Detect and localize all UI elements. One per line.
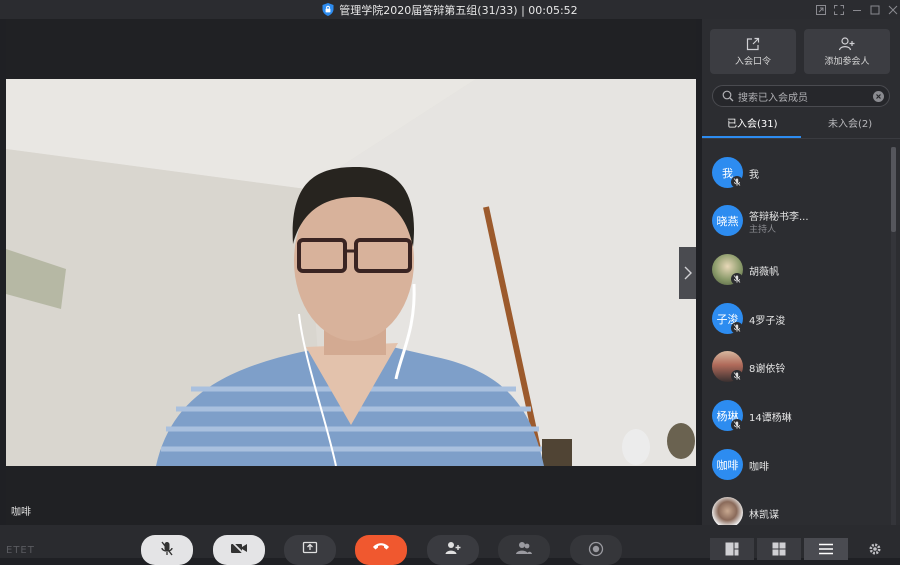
- user-add-icon: [839, 36, 855, 50]
- share-screen-icon: [302, 541, 318, 554]
- member-list-scrollbar[interactable]: [891, 147, 896, 525]
- minimize-icon[interactable]: [848, 0, 866, 19]
- avatar: 咖啡: [712, 449, 743, 480]
- share-link-icon: [746, 37, 760, 50]
- mute-button[interactable]: [141, 535, 193, 565]
- record-button[interactable]: [570, 535, 622, 565]
- member-item[interactable]: 杨琳 14谭杨琳: [712, 400, 890, 436]
- user-add-icon: [445, 542, 461, 554]
- search-placeholder: 搜索已入会成员: [738, 92, 808, 104]
- meeting-password-button[interactable]: 入会口令: [710, 29, 796, 74]
- close-icon[interactable]: [884, 0, 900, 19]
- users-icon: [516, 542, 532, 554]
- member-item[interactable]: 子浚 4罗子浚: [712, 303, 890, 339]
- gear-icon: [869, 543, 881, 555]
- shield-lock-icon: [322, 3, 334, 16]
- maximize-icon[interactable]: [866, 0, 884, 19]
- member-name: 林凯谋: [749, 510, 779, 521]
- scrollbar-thumb[interactable]: [891, 147, 896, 232]
- phone-hangup-icon: [373, 543, 389, 550]
- add-participant-button[interactable]: 添加参会人: [804, 29, 890, 74]
- mic-muted-icon: [731, 273, 743, 285]
- member-item[interactable]: 林凯谋: [712, 497, 890, 525]
- meeting-password-label: 入会口令: [734, 56, 771, 67]
- search-icon: [722, 90, 734, 102]
- member-name: 胡薇帆: [749, 267, 779, 278]
- popout-icon[interactable]: [812, 0, 830, 19]
- member-search-input[interactable]: 搜索已入会成员: [712, 85, 890, 107]
- camera-off-icon: [231, 541, 247, 555]
- tab-not-joined[interactable]: 未入会(2): [828, 115, 872, 130]
- share-screen-button[interactable]: [284, 535, 336, 565]
- mic-muted-icon: [731, 370, 743, 382]
- participant-video: [6, 79, 696, 466]
- speaker-name: 咖啡: [11, 507, 31, 518]
- avatar: [712, 497, 743, 525]
- camera-button[interactable]: [213, 535, 265, 565]
- member-list-toggle-button[interactable]: [804, 538, 848, 560]
- invite-button[interactable]: [427, 535, 479, 565]
- tab-divider: [702, 138, 900, 139]
- hang-up-button[interactable]: [355, 535, 407, 565]
- tab-joined[interactable]: 已入会(31): [727, 115, 778, 130]
- layout-grid-button[interactable]: [757, 538, 801, 560]
- layout-grid-icon: [772, 542, 786, 556]
- layout-speaker-button[interactable]: [710, 538, 754, 560]
- member-item[interactable]: 咖啡 咖啡: [712, 449, 890, 485]
- app-watermark: ETET: [6, 545, 35, 556]
- expand-panel-handle[interactable]: [679, 247, 696, 299]
- chevron-right-icon: [684, 266, 692, 280]
- list-icon: [819, 543, 833, 555]
- layout-speaker-icon: [725, 542, 739, 556]
- member-item[interactable]: 晓燕 答辩秘书李... 主持人: [712, 205, 890, 241]
- member-name: 答辩秘书李...: [749, 212, 809, 223]
- mic-muted-icon: [731, 176, 743, 188]
- member-name: 我: [749, 170, 759, 181]
- member-role: 主持人: [749, 225, 777, 235]
- member-name: 4罗子浚: [749, 316, 786, 327]
- add-participant-label: 添加参会人: [824, 56, 870, 67]
- record-icon: [588, 541, 604, 557]
- member-name: 咖啡: [749, 462, 769, 473]
- member-name: 8谢依铃: [749, 364, 786, 375]
- member-item[interactable]: 我 我: [712, 157, 890, 193]
- settings-button[interactable]: [866, 540, 884, 558]
- member-item[interactable]: 8谢依铃: [712, 351, 890, 387]
- meeting-title: 管理学院2020届答辩第五组(31/33) | 00:05:52: [0, 0, 900, 19]
- members-manage-button[interactable]: [498, 535, 550, 565]
- member-item[interactable]: 胡薇帆: [712, 254, 890, 290]
- mic-muted-icon: [731, 322, 743, 334]
- clear-search-icon[interactable]: [873, 90, 884, 102]
- member-name: 14谭杨琳: [749, 413, 792, 424]
- mic-off-icon: [161, 541, 173, 556]
- fullscreen-icon[interactable]: [830, 0, 848, 19]
- meeting-title-text: 管理学院2020届答辩第五组(31/33) | 00:05:52: [339, 3, 578, 17]
- avatar: 晓燕: [712, 205, 743, 236]
- mic-muted-icon: [731, 419, 743, 431]
